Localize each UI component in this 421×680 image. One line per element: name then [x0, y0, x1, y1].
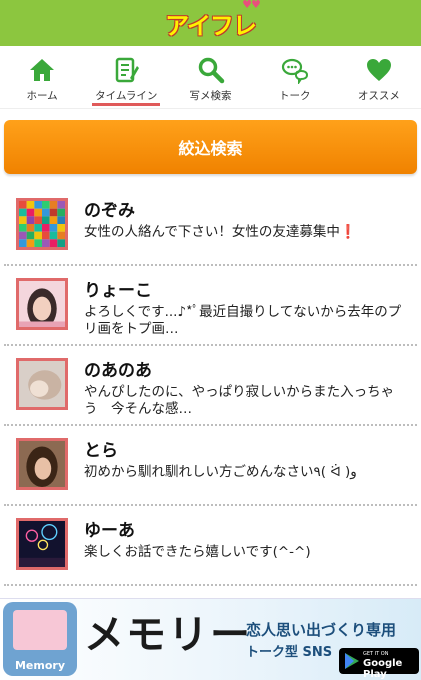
search-icon	[198, 57, 224, 84]
store-badge-name: Google Play	[363, 658, 403, 680]
timeline-item[interactable]: ゆーあ 楽しくお話できたら嬉しいです(^-^)	[4, 506, 417, 586]
banner-subtagline: トーク型 SNS	[246, 645, 333, 660]
app-logo[interactable]: アイフレ ♥♥	[165, 0, 261, 41]
avatar[interactable]	[16, 198, 68, 250]
active-tab-indicator	[92, 103, 161, 106]
memory-app-icon[interactable]: Memory	[3, 602, 77, 676]
user-name[interactable]: のあのあ	[84, 356, 152, 381]
avatar[interactable]	[16, 278, 68, 330]
timeline-item[interactable]: のあのあ やんぴしたのに、やっぱり寂しいからまた入っちゃう 今そんな感…	[4, 346, 417, 426]
avatar[interactable]	[16, 358, 68, 410]
nav-item-photo-search[interactable]: 写メ検索	[168, 46, 252, 108]
ad-banner[interactable]: Memory メモリー 恋人思い出づくり専用 トーク型 SNS GET IT O…	[0, 598, 421, 680]
avatar-image	[19, 361, 65, 407]
exclamation-icon: ❗	[339, 224, 357, 240]
nav-item-recommend[interactable]: オススメ	[337, 46, 421, 108]
logo-text: アイフレ	[165, 11, 257, 40]
avatar-image	[19, 201, 65, 247]
user-message: やんぴしたのに、やっぱり寂しいからまた入っちゃう 今そんな感…	[84, 384, 395, 417]
user-name[interactable]: ゆーあ	[84, 516, 135, 541]
heart-icon	[366, 59, 391, 81]
avatar-image	[19, 441, 65, 487]
chat-icon	[281, 58, 308, 84]
timeline-list: のぞみ 女性の人絡んで下さい！女性の友達募集中❗ りょーこ よろしくです...♪…	[0, 186, 421, 586]
banner-title: メモリー	[84, 612, 252, 658]
nav-item-home[interactable]: ホーム	[0, 46, 84, 108]
user-message: 女性の人絡んで下さい！女性の友達募集中❗	[84, 224, 404, 241]
logo-heart-icon: ♥♥	[242, 0, 261, 11]
app-icon-label: Memory	[14, 659, 66, 672]
user-message: 初めから馴れ馴れしい方ごめんなさい٩( ᐛ )و	[84, 464, 357, 480]
nav-label-home: ホーム	[26, 90, 58, 102]
user-name[interactable]: とら	[84, 436, 118, 461]
timeline-item[interactable]: のぞみ 女性の人絡んで下さい！女性の友達募集中❗	[4, 186, 417, 266]
nav-label-photo-search: 写メ検索	[189, 90, 232, 102]
nav-label-timeline: タイムライン	[95, 90, 158, 102]
avatar-image	[19, 521, 65, 567]
timeline-item[interactable]: とら 初めから馴れ馴れしい方ごめんなさい٩( ᐛ )و	[4, 426, 417, 506]
filter-search-label: 絞込検索	[178, 141, 243, 158]
play-store-icon	[345, 653, 359, 669]
avatar-image	[19, 281, 65, 327]
nav-item-timeline[interactable]: タイムライン	[84, 46, 168, 108]
user-message: よろしくです...♪*ﾟ最近自撮りしてないから去年のプリ画をトプ画…	[84, 304, 402, 337]
timeline-icon	[116, 57, 140, 83]
home-icon	[30, 59, 55, 81]
user-name[interactable]: のぞみ	[84, 196, 135, 221]
avatar[interactable]	[16, 438, 68, 490]
user-message-text: 女性の人絡んで下さい！女性の友達募集中	[84, 224, 340, 240]
nav-item-talk[interactable]: トーク	[253, 46, 337, 108]
main-nav: ホーム タイムライン 写メ検索 トーク オススメ	[0, 46, 421, 109]
store-badge-small: GET IT ON	[363, 651, 389, 657]
google-play-badge[interactable]: GET IT ON Google Play	[339, 648, 419, 680]
user-message: 楽しくお話できたら嬉しいです(^-^)	[84, 544, 311, 560]
banner-tagline: 恋人思い出づくり専用	[246, 621, 397, 639]
envelope-icon	[13, 610, 67, 650]
nav-label-recommend: オススメ	[357, 90, 400, 102]
filter-search-button[interactable]: 絞込検索	[4, 120, 417, 174]
user-name[interactable]: りょーこ	[84, 276, 152, 301]
timeline-item[interactable]: りょーこ よろしくです...♪*ﾟ最近自撮りしてないから去年のプリ画をトプ画…	[4, 266, 417, 346]
app-header: アイフレ ♥♥	[0, 0, 421, 46]
avatar[interactable]	[16, 518, 68, 570]
nav-label-talk: トーク	[278, 90, 311, 102]
